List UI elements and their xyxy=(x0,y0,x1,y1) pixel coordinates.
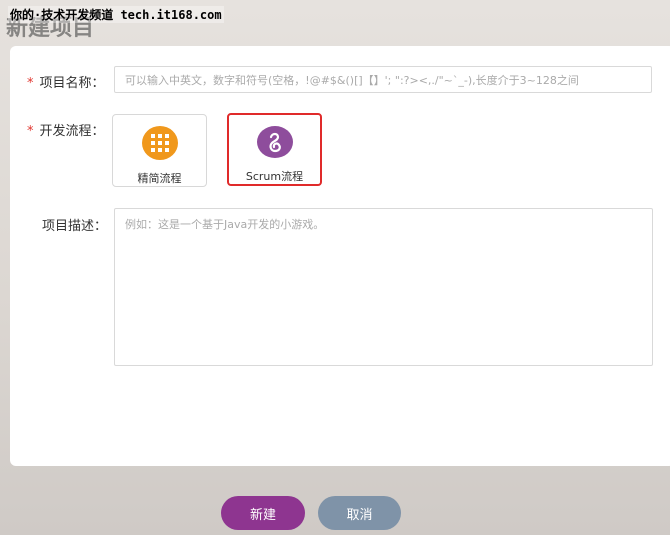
dev-flow-label: * 开发流程： xyxy=(27,120,105,139)
description-label: 项目描述： xyxy=(42,219,108,234)
grid-icon xyxy=(141,126,178,160)
flow-option-scrum[interactable]: Scrum流程 xyxy=(227,113,322,186)
flow-option-simple[interactable]: 精简流程 xyxy=(112,114,207,187)
dev-flow-label-text: 开发流程： xyxy=(39,124,105,139)
cancel-button[interactable]: 取消 xyxy=(318,496,401,530)
flow-option-simple-label: 精简流程 xyxy=(137,172,182,185)
project-name-label-text: 项目名称： xyxy=(39,76,105,91)
required-mark: * xyxy=(27,124,34,139)
project-name-label: * 项目名称： xyxy=(27,72,105,91)
required-mark: * xyxy=(27,76,34,91)
flow-option-scrum-label: Scrum流程 xyxy=(245,170,304,183)
project-name-placeholder: 可以输入中英文，数字和符号(空格，!@#$&()[]【】'; ":?><,./"… xyxy=(125,73,579,87)
project-name-input[interactable]: 可以输入中英文，数字和符号(空格，!@#$&()[]【】'; ":?><,./"… xyxy=(114,66,652,93)
create-button[interactable]: 新建 xyxy=(221,496,305,530)
description-placeholder: 例如：这是一个基于Java开发的小游戏。 xyxy=(125,218,325,231)
watermark-text: 你的·技术开发频道 tech.it168.com xyxy=(8,6,224,23)
description-textarea[interactable]: 例如：这是一个基于Java开发的小游戏。 xyxy=(114,208,653,366)
form-panel: * 项目名称： 可以输入中英文，数字和符号(空格，!@#$&()[]【】'; ":… xyxy=(10,46,670,466)
scrum-icon xyxy=(256,126,293,158)
